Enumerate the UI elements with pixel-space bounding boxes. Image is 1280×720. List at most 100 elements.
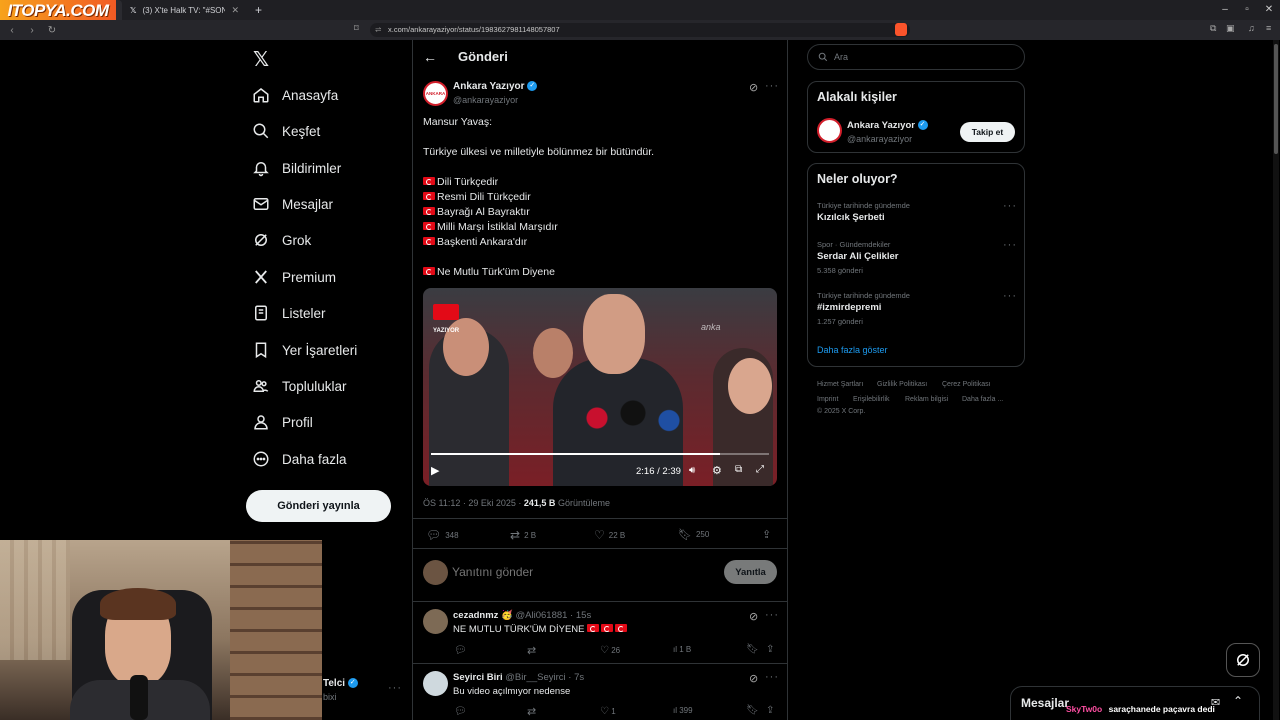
play-icon[interactable]: ▶ bbox=[431, 464, 439, 477]
search-box[interactable]: Ara bbox=[807, 44, 1025, 70]
share-icon[interactable]: ⇪ bbox=[766, 705, 774, 716]
like-button[interactable]: ♡ 26 bbox=[600, 645, 620, 656]
account-more-icon[interactable]: ··· bbox=[388, 682, 402, 694]
back-arrow-icon[interactable]: ← bbox=[423, 49, 437, 65]
settings-icon[interactable]: ⚙ bbox=[712, 464, 722, 477]
site-info-icon[interactable]: ⇌ bbox=[375, 23, 381, 37]
share-icon[interactable]: ⇪ bbox=[766, 644, 774, 655]
views-stat[interactable]: ıl 399 bbox=[673, 706, 693, 715]
footer-link[interactable]: Gizlilik Politikası bbox=[877, 381, 927, 388]
show-more-link[interactable]: Daha fazla göster bbox=[817, 345, 888, 355]
like-button[interactable]: ♡ 1 bbox=[600, 706, 616, 717]
share-button[interactable]: ⇪ bbox=[762, 528, 771, 541]
volume-icon[interactable]: 🔊︎ bbox=[689, 465, 695, 476]
author-handle[interactable]: @ankarayaziyor bbox=[453, 95, 518, 105]
extensions-icon[interactable]: ⧉ bbox=[1210, 23, 1216, 34]
bookmark-icon[interactable]: 🔖︎ bbox=[746, 644, 759, 655]
microphone bbox=[130, 675, 148, 720]
nav-notifications[interactable]: Bildirimler bbox=[252, 153, 341, 183]
expand-icon[interactable]: ⌃ bbox=[1233, 694, 1243, 708]
grok-explain-icon[interactable]: ⊘ bbox=[749, 672, 758, 685]
author-name[interactable]: Ankara Yazıyor ✓ bbox=[453, 81, 538, 92]
reply-input[interactable] bbox=[452, 563, 712, 581]
stream-chat-message: SkyTw0o saraçhanede paçavra dedi bbox=[1066, 704, 1215, 714]
nav-home[interactable]: Anasayfa bbox=[252, 80, 338, 110]
follow-button[interactable]: Takip et bbox=[960, 122, 1015, 142]
repost-icon[interactable]: ⇄ bbox=[527, 644, 536, 657]
reply-icon[interactable]: 💬︎ bbox=[454, 706, 467, 717]
tweet-video[interactable]: YAZIYOR anka ▶ 2:16 / 2:39 🔊︎ ⚙ ⧉ ⤢ bbox=[423, 288, 777, 486]
trend-name[interactable]: Serdar Ali Çelikler bbox=[817, 251, 899, 262]
menu-icon[interactable]: ≡ bbox=[1266, 23, 1271, 33]
nav-lists[interactable]: Listeler bbox=[252, 298, 326, 328]
address-bar-row: ‹ › ↻ ⌑ ⇌ x.com/ankarayaziyor/status/198… bbox=[0, 20, 1280, 40]
pip-icon[interactable]: ⧉ bbox=[735, 464, 742, 475]
scrollbar-thumb[interactable] bbox=[1274, 44, 1278, 154]
reply-avatar[interactable] bbox=[423, 609, 448, 634]
nav-more[interactable]: Daha fazla bbox=[252, 444, 347, 474]
browser-tab[interactable]: 𝕏 (3) X'te Halk TV: "#SONDAKİKA "Tü... ✕ bbox=[122, 0, 247, 20]
reply-text: Bu video açılmıyor nedense bbox=[453, 686, 571, 697]
footer-link[interactable]: Daha fazla ... bbox=[962, 396, 1003, 403]
grok-explain-icon[interactable]: ⊘ bbox=[749, 81, 758, 94]
grok-explain-icon[interactable]: ⊘ bbox=[749, 610, 758, 623]
trend-name[interactable]: #izmirdepremi bbox=[817, 302, 881, 313]
nav-communities[interactable]: Topluluklar bbox=[252, 371, 347, 401]
post-button[interactable]: Gönderi yayınla bbox=[246, 490, 391, 522]
music-icon[interactable]: ♫ bbox=[1248, 23, 1255, 33]
x-logo-icon[interactable]: 𝕏 bbox=[253, 47, 269, 72]
nav-profile[interactable]: Profil bbox=[252, 407, 313, 437]
nav-explore[interactable]: Keşfet bbox=[252, 116, 320, 146]
close-tab-icon[interactable]: ✕ bbox=[231, 5, 239, 16]
nav-bookmarks[interactable]: Yer İşaretleri bbox=[252, 335, 357, 365]
bookmark-icon[interactable]: 🔖︎ bbox=[746, 705, 759, 716]
account-switcher[interactable]: Telci ✓ bixi ··· bbox=[322, 676, 408, 716]
minimize-icon[interactable]: – bbox=[1214, 0, 1236, 20]
restore-icon[interactable]: ▫ bbox=[1236, 0, 1258, 20]
reply-button[interactable]: 💬︎ 348 bbox=[426, 528, 459, 542]
footer-link[interactable]: Imprint bbox=[817, 396, 838, 403]
trend-name[interactable]: Kızılcık Şerbeti bbox=[817, 212, 885, 223]
bookmark-page-icon[interactable]: ⌑ bbox=[354, 23, 359, 34]
related-name[interactable]: Ankara Yazıyor ✓ bbox=[847, 120, 928, 131]
back-icon[interactable]: ‹ bbox=[4, 25, 20, 36]
nav-premium[interactable]: Premium bbox=[252, 262, 336, 292]
footer-link[interactable]: Erişilebilirlik bbox=[853, 396, 890, 403]
wallet-icon[interactable]: ▣ bbox=[1226, 23, 1235, 34]
tweet-more-icon[interactable]: ··· bbox=[765, 80, 779, 92]
trend-more-icon[interactable]: ··· bbox=[1003, 290, 1017, 302]
reply-more-icon[interactable]: ··· bbox=[765, 671, 779, 683]
heart-icon: ♡ bbox=[594, 528, 605, 542]
footer-link[interactable]: Hizmet Şartları bbox=[817, 381, 863, 388]
grok-fab[interactable] bbox=[1226, 643, 1260, 677]
trend-more-icon[interactable]: ··· bbox=[1003, 200, 1017, 212]
author-avatar[interactable]: ANKARA bbox=[423, 81, 448, 106]
browser-tab-bar: ✕ 𝕏 (3) X'te Halk TV: "#SONDAKİKA "Tü...… bbox=[0, 0, 1280, 20]
related-avatar[interactable] bbox=[817, 118, 842, 143]
reply-more-icon[interactable]: ··· bbox=[765, 609, 779, 621]
close-window-icon[interactable]: ✕ bbox=[1258, 0, 1280, 20]
messages-drawer[interactable]: Mesajlar ✉ ⌃ bbox=[1010, 686, 1260, 720]
nav-grok[interactable]: Grok bbox=[252, 225, 311, 255]
bookmark-button[interactable]: 🔖︎ 250 bbox=[678, 528, 709, 541]
forward-icon[interactable]: › bbox=[24, 25, 40, 36]
grok-icon bbox=[255, 234, 267, 246]
like-button[interactable]: ♡ 22 B bbox=[594, 528, 625, 542]
reply-avatar[interactable] bbox=[423, 671, 448, 696]
new-tab-button[interactable]: + bbox=[247, 0, 270, 20]
reload-icon[interactable]: ↻ bbox=[44, 25, 60, 36]
footer-link[interactable]: Reklam bilgisi bbox=[905, 396, 948, 403]
trend-more-icon[interactable]: ··· bbox=[1003, 239, 1017, 251]
repost-icon[interactable]: ⇄ bbox=[527, 705, 536, 718]
shield-icon[interactable] bbox=[895, 23, 907, 36]
footer-link[interactable]: Çerez Politikası bbox=[942, 381, 991, 388]
video-progress-track[interactable] bbox=[431, 453, 769, 455]
nav-messages[interactable]: Mesajlar bbox=[252, 189, 333, 219]
heart-icon: ♡ bbox=[600, 645, 609, 656]
reply-submit-button[interactable]: Yanıtla bbox=[724, 560, 777, 584]
repost-button[interactable]: ⇄ 2 B bbox=[510, 528, 536, 542]
fullscreen-icon[interactable]: ⤢ bbox=[756, 464, 764, 475]
reply-icon[interactable]: 💬︎ bbox=[454, 645, 467, 656]
views-stat[interactable]: ıl 1 B bbox=[673, 645, 691, 654]
url-field[interactable]: ⇌ x.com/ankarayaziyor/status/19836279811… bbox=[370, 23, 910, 37]
